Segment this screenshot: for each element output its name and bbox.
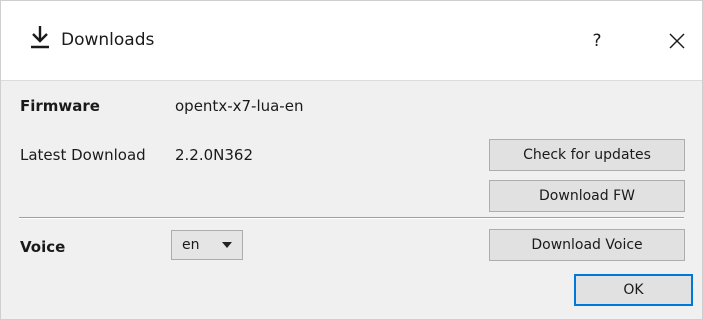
voice-label: Voice — [20, 238, 66, 256]
download-fw-button[interactable]: Download FW — [489, 180, 685, 212]
window-title: Downloads — [61, 30, 155, 50]
close-button[interactable] — [657, 21, 697, 61]
ok-button[interactable]: OK — [574, 274, 693, 306]
check-updates-button[interactable]: Check for updates — [489, 139, 685, 171]
help-button[interactable]: ? — [577, 21, 617, 61]
title-bar: Downloads ? — [1, 1, 702, 81]
download-voice-button[interactable]: Download Voice — [489, 229, 685, 261]
latest-download-value: 2.2.0N362 — [175, 146, 254, 164]
download-arrow-icon — [31, 26, 49, 49]
section-divider — [19, 217, 684, 219]
firmware-value: opentx-x7-lua-en — [175, 97, 304, 115]
latest-download-label: Latest Download — [20, 146, 146, 164]
chevron-down-icon — [222, 242, 232, 248]
voice-language-select[interactable]: en — [171, 230, 243, 260]
voice-language-value: en — [182, 237, 200, 253]
close-icon — [669, 33, 685, 49]
downloads-dialog: Downloads ? Firmware opentx-x7-lua-en La… — [0, 0, 703, 320]
firmware-label: Firmware — [20, 97, 100, 115]
